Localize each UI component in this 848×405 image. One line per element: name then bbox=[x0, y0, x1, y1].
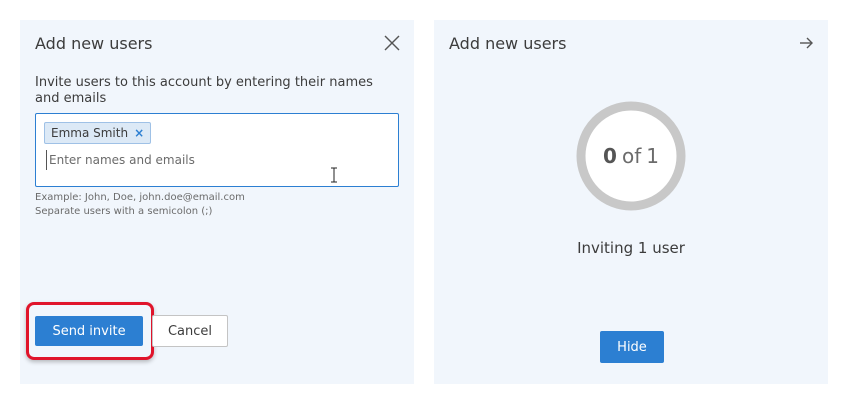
close-button[interactable] bbox=[383, 34, 401, 52]
panel-title: Add new users bbox=[35, 34, 153, 53]
progress-counter: 0 of 1 bbox=[575, 100, 687, 212]
panel-title: Add new users bbox=[449, 34, 567, 53]
arrow-right-icon bbox=[800, 37, 813, 49]
invite-description: Invite users to this account by entering… bbox=[35, 75, 373, 106]
progress-done: 0 bbox=[603, 144, 617, 168]
progress-total: 1 bbox=[646, 144, 659, 168]
send-invite-button[interactable]: Send invite bbox=[35, 316, 143, 346]
user-chip: Emma Smith × bbox=[44, 122, 152, 144]
cancel-button[interactable]: Cancel bbox=[152, 315, 228, 347]
chip-remove-icon[interactable]: × bbox=[134, 127, 144, 139]
close-icon bbox=[384, 35, 400, 51]
expand-button[interactable] bbox=[798, 35, 814, 51]
progress-of: of bbox=[621, 144, 642, 168]
invite-progress-panel: Add new users 0 of 1 Inviting 1 user Hid… bbox=[434, 20, 828, 384]
invite-input-box[interactable]: Emma Smith × bbox=[35, 113, 399, 187]
invite-status: Inviting 1 user bbox=[577, 239, 685, 257]
add-users-form-panel: Add new users Invite users to this accou… bbox=[20, 20, 414, 384]
user-chip-label: Emma Smith bbox=[51, 126, 129, 140]
hide-button[interactable]: Hide bbox=[600, 331, 664, 363]
hint-separator: Separate users with a semicolon (;) bbox=[35, 206, 213, 217]
text-cursor-icon bbox=[331, 167, 337, 183]
hint-example: Example: John, Doe, john.doe@email.com bbox=[35, 192, 245, 203]
